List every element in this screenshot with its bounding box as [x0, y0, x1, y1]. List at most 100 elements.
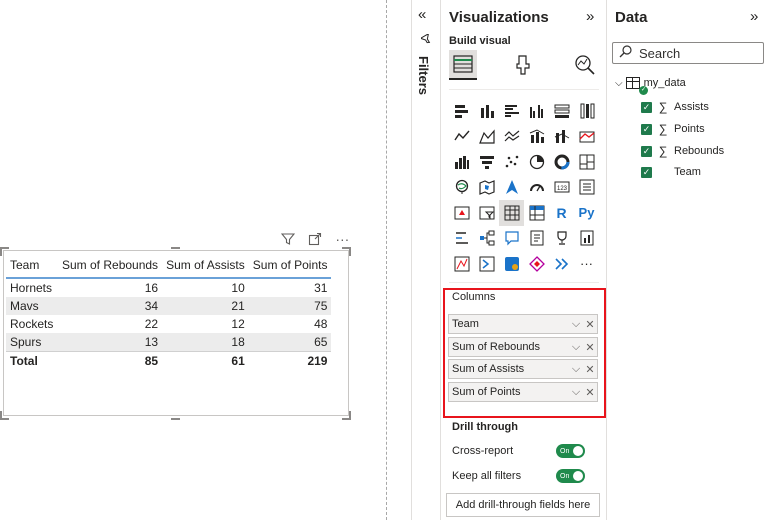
- line-and-column-chart-icon[interactable]: [524, 124, 549, 150]
- column-header[interactable]: Sum of Rebounds: [58, 254, 163, 279]
- table-cell: 12: [231, 317, 245, 331]
- key-influencers-icon[interactable]: [449, 226, 474, 252]
- table-cell: 219: [248, 351, 332, 370]
- ribbon-chart-icon[interactable]: [549, 124, 574, 150]
- power-apps-icon[interactable]: [449, 251, 474, 277]
- checkbox-checked-icon[interactable]: ✓: [641, 123, 652, 135]
- chevron-down-icon[interactable]: ⌵: [569, 318, 583, 331]
- 100-stacked-bar-chart-icon[interactable]: [549, 98, 574, 124]
- report-canvas[interactable]: ··· Team Sum of Rebounds Sum of Assists …: [0, 0, 386, 520]
- stacked-area-chart-icon[interactable]: [499, 124, 524, 150]
- chevron-down-icon[interactable]: ⌵: [569, 386, 583, 399]
- keep-all-filters-label: Keep all filters: [452, 470, 522, 482]
- cross-report-toggle[interactable]: On: [556, 444, 585, 458]
- field-team[interactable]: ✓ Team: [641, 166, 701, 178]
- smart-narrative-icon[interactable]: [524, 226, 549, 252]
- line-chart-icon[interactable]: [449, 124, 474, 150]
- close-icon[interactable]: ✕: [583, 363, 597, 376]
- treemap-icon[interactable]: [574, 149, 599, 175]
- table-row[interactable]: Spurs 13 18 65: [6, 333, 332, 352]
- checkbox-checked-icon[interactable]: ✓: [641, 101, 652, 113]
- stacked-bar-chart-icon[interactable]: [449, 98, 474, 124]
- resize-handle[interactable]: [349, 411, 351, 420]
- column-header[interactable]: Team: [6, 254, 58, 279]
- r-visual-icon[interactable]: R: [549, 200, 574, 226]
- table-cell: 61: [162, 351, 249, 370]
- table-name: my_data: [643, 77, 686, 89]
- card-icon[interactable]: 123: [549, 175, 574, 201]
- goals-trophy-icon[interactable]: [549, 226, 574, 252]
- azure-visual-icon[interactable]: [499, 251, 524, 277]
- waterfall-chart-icon[interactable]: [574, 124, 599, 150]
- field-rebounds[interactable]: ✓ ∑ Rebounds: [641, 144, 724, 158]
- paginated-report-icon[interactable]: [574, 226, 599, 252]
- checkbox-checked-icon[interactable]: ✓: [641, 145, 652, 157]
- field-well-team[interactable]: Team ⌵ ✕: [448, 314, 598, 334]
- expand-filters-icon[interactable]: «: [418, 6, 426, 23]
- column-header[interactable]: Sum of Points: [248, 254, 332, 279]
- collapse-data-pane-icon[interactable]: »: [750, 8, 758, 25]
- field-well-sum-of-assists[interactable]: Sum of Assists ⌵ ✕: [448, 359, 598, 379]
- power-automate-icon[interactable]: [474, 251, 499, 277]
- focus-mode-icon[interactable]: [306, 230, 323, 248]
- add-drill-through-fields-well[interactable]: Add drill-through fields here: [446, 493, 600, 517]
- resize-handle[interactable]: [171, 418, 180, 420]
- resize-handle[interactable]: [0, 418, 9, 420]
- filters-pane[interactable]: « Filters: [411, 0, 440, 520]
- funnel-chart-icon[interactable]: [474, 149, 499, 175]
- scatter-chart-icon[interactable]: [499, 149, 524, 175]
- search-input[interactable]: Search: [612, 42, 764, 64]
- table-row[interactable]: Hornets 16 10 31: [6, 278, 331, 297]
- filters-label[interactable]: Filters: [416, 56, 431, 95]
- column-header[interactable]: Sum of Assists: [162, 254, 249, 279]
- close-icon[interactable]: ✕: [583, 341, 597, 354]
- chevron-down-icon[interactable]: ⌵: [569, 341, 583, 354]
- close-icon[interactable]: ✕: [583, 386, 597, 399]
- field-points[interactable]: ✓ ∑ Points: [641, 122, 705, 136]
- resize-handle[interactable]: [171, 247, 180, 249]
- table-visual-icon[interactable]: [499, 200, 524, 226]
- chevron-down-icon[interactable]: ⌵: [615, 78, 623, 89]
- more-options-icon[interactable]: ···: [334, 230, 351, 248]
- table-row[interactable]: Rockets 22 12 48: [6, 315, 331, 333]
- build-visual-tab-icon[interactable]: [449, 50, 477, 80]
- keep-all-filters-toggle[interactable]: On: [556, 469, 585, 483]
- qa-visual-icon[interactable]: [499, 226, 524, 252]
- azure-map-icon[interactable]: [499, 175, 524, 201]
- filled-map-icon[interactable]: [474, 175, 499, 201]
- donut-chart-icon[interactable]: [549, 149, 574, 175]
- area-chart-icon[interactable]: [474, 124, 499, 150]
- resize-handle[interactable]: [349, 247, 351, 256]
- multi-row-card-icon[interactable]: [574, 175, 599, 201]
- matrix-icon[interactable]: [524, 200, 549, 226]
- clustered-column-chart-icon[interactable]: [524, 98, 549, 124]
- more-visuals-icon[interactable]: ···: [574, 251, 599, 277]
- slicer-icon[interactable]: [474, 200, 499, 226]
- funnel-column-icon[interactable]: [449, 149, 474, 175]
- format-visual-tab-icon[interactable]: [510, 50, 538, 80]
- 100-stacked-column-chart-icon[interactable]: [574, 98, 599, 124]
- automate-chevrons-icon[interactable]: [549, 251, 574, 277]
- decomposition-tree-icon[interactable]: [474, 226, 499, 252]
- field-well-sum-of-points[interactable]: Sum of Points ⌵ ✕: [448, 382, 598, 402]
- power-apps-diamond-icon[interactable]: [524, 251, 549, 277]
- map-icon[interactable]: [449, 175, 474, 201]
- checkbox-checked-icon[interactable]: ✓: [641, 166, 652, 178]
- kpi-icon[interactable]: [449, 200, 474, 226]
- field-assists[interactable]: ✓ ∑ Assists: [641, 100, 709, 114]
- chevron-down-icon[interactable]: ⌵: [569, 363, 583, 376]
- table-row[interactable]: Mavs 34 21 75: [6, 297, 332, 315]
- analytics-tab-icon[interactable]: [571, 50, 599, 80]
- filter-icon[interactable]: [279, 230, 296, 248]
- close-icon[interactable]: ✕: [583, 318, 597, 331]
- python-visual-icon[interactable]: Py: [574, 200, 599, 226]
- stacked-column-chart-icon[interactable]: [474, 98, 499, 124]
- collapse-visualizations-icon[interactable]: »: [586, 8, 594, 25]
- table-node-my-data[interactable]: ⌵ ✓ my_data: [615, 77, 686, 95]
- field-well-sum-of-rebounds[interactable]: Sum of Rebounds ⌵ ✕: [448, 337, 598, 357]
- gauge-icon[interactable]: [524, 175, 549, 201]
- clustered-bar-chart-icon[interactable]: [499, 98, 524, 124]
- pie-chart-icon[interactable]: [524, 149, 549, 175]
- resize-handle[interactable]: [0, 247, 2, 256]
- field-well-label: Sum of Points: [452, 386, 521, 398]
